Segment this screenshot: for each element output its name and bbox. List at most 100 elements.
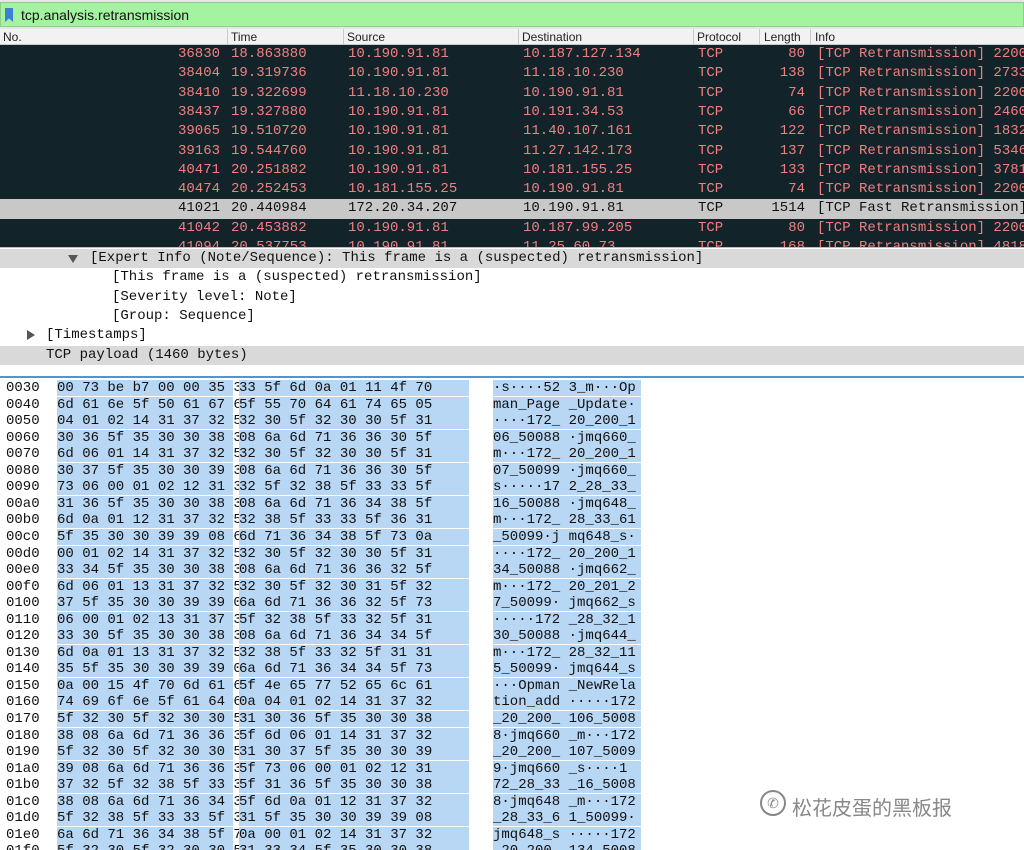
hex-bytes-first[interactable]: 5f 35 30 30 39 39 08 6a	[57, 528, 250, 545]
hex-offset[interactable]: 0040	[6, 397, 40, 413]
hex-bytes-second[interactable]: 32 30 5f 32 30 30 5f 31	[239, 545, 469, 562]
hex-offset[interactable]: 01c0	[6, 794, 40, 810]
hex-bytes-first[interactable]: 35 5f 35 30 30 39 39 08	[57, 661, 250, 678]
hex-offset[interactable]: 0060	[6, 430, 40, 446]
hex-offset[interactable]: 0130	[6, 645, 40, 661]
hex-bytes-first[interactable]: 6a 6d 71 36 34 38 5f 73	[57, 826, 250, 843]
column-header-source[interactable]: Source	[347, 30, 385, 44]
hex-bytes-first[interactable]: 6d 0a 01 12 31 37 32 5f	[57, 512, 250, 529]
hex-offset[interactable]: 0160	[6, 694, 40, 710]
hex-ascii[interactable]: ···Opman _NewRela	[493, 677, 641, 694]
hex-bytes-first[interactable]: 6d 06 01 14 31 37 32 5f	[57, 446, 250, 463]
hex-ascii[interactable]: _50099·j mq648_s·	[493, 528, 641, 545]
hex-ascii[interactable]: ·s····52 3_m···Op	[493, 380, 641, 396]
expand-triangle-closed-icon[interactable]	[27, 330, 35, 341]
hex-bytes-second[interactable]: 31 30 36 5f 35 30 30 38	[239, 711, 469, 727]
hex-bytes-second[interactable]: 5f 6d 06 01 14 31 37 32	[239, 727, 469, 744]
packet-row[interactable]: 39065 19.510720 10.190.91.81 11.40.107.161 T…	[0, 122, 1024, 141]
hex-bytes-second[interactable]: 08 6a 6d 71 36 34 34 5f	[239, 628, 469, 645]
packet-list[interactable]: 36830 18.863880 10.190.91.81 10.187.127.134…	[0, 45, 1024, 247]
hex-ascii[interactable]: tion_add ·····172	[493, 694, 641, 711]
column-divider[interactable]	[343, 29, 344, 45]
hex-bytes-first[interactable]: 5f 32 38 5f 33 33 5f 36	[57, 810, 250, 827]
hex-offset[interactable]: 0170	[6, 711, 40, 727]
hex-ascii[interactable]: 7_50099· jmq662_s	[493, 595, 641, 612]
hex-offset[interactable]: 0030	[6, 380, 40, 396]
hex-bytes-second[interactable]: 08 6a 6d 71 36 36 30 5f	[239, 429, 469, 446]
hex-bytes-second[interactable]: 6a 6d 71 36 34 34 5f 73	[239, 661, 469, 678]
column-divider[interactable]	[518, 29, 519, 45]
hex-ascii[interactable]: m···172_ 28_33_61	[493, 512, 641, 529]
hex-bytes-first[interactable]: 06 00 01 02 13 31 37 32	[57, 611, 250, 628]
hex-bytes-second[interactable]: 32 30 5f 32 30 31 5f 32	[239, 578, 469, 595]
hex-ascii[interactable]: jmq648_s ·····172	[493, 826, 641, 843]
hex-offset[interactable]: 0150	[6, 678, 40, 694]
hex-ascii[interactable]: ····172_ 20_200_1	[493, 545, 641, 562]
column-header-time[interactable]: Time	[231, 30, 257, 44]
packet-details-pane[interactable]: [Expert Info (Note/Sequence): This frame…	[0, 247, 1024, 376]
hex-bytes-first[interactable]: 6d 06 01 13 31 37 32 5f	[57, 578, 250, 595]
hex-bytes-first[interactable]: 0a 00 15 4f 70 6d 61 6e	[57, 677, 250, 694]
hex-ascii[interactable]: m···172_ 28_32_11	[493, 644, 641, 661]
hex-bytes-second[interactable]: 31 33 34 5f 35 30 30 38	[239, 843, 469, 850]
hex-ascii[interactable]: 34_50088 ·jmq662_	[493, 562, 641, 579]
hex-bytes-second[interactable]: 5f 55 70 64 61 74 65 05	[239, 396, 469, 413]
hex-ascii[interactable]: 8·jmq660 _m···172	[493, 727, 641, 744]
hex-bytes-second[interactable]: 5f 4e 65 77 52 65 6c 61	[239, 677, 469, 694]
hex-offset[interactable]: 0070	[6, 446, 40, 462]
hex-bytes-first[interactable]: 6d 61 6e 5f 50 61 67 65	[57, 396, 250, 413]
hex-offset[interactable]: 0090	[6, 479, 40, 495]
hex-bytes-second[interactable]: 6d 71 36 34 38 5f 73 0a	[239, 528, 469, 545]
hex-bytes-first[interactable]: 31 36 5f 35 30 30 38 38	[57, 495, 250, 512]
hex-ascii[interactable]: 9·jmq660 _s····1	[493, 760, 641, 777]
hex-bytes-second[interactable]: 31 5f 35 30 30 39 39 08	[239, 810, 469, 827]
hex-offset[interactable]: 01f0	[6, 843, 40, 850]
hex-ascii[interactable]: 07_50099 ·jmq660_	[493, 462, 641, 479]
column-divider[interactable]	[810, 29, 811, 45]
display-filter-input[interactable]: tcp.analysis.retransmission	[0, 2, 1024, 27]
hex-bytes-first[interactable]: 33 34 5f 35 30 30 38 38	[57, 562, 250, 579]
hex-bytes-first[interactable]: 5f 32 30 5f 32 30 30 5f	[57, 843, 250, 850]
hex-bytes-second[interactable]: 32 5f 32 38 5f 33 33 5f	[239, 479, 469, 496]
hex-bytes-second[interactable]: 08 6a 6d 71 36 36 30 5f	[239, 462, 469, 479]
hex-offset[interactable]: 0100	[6, 595, 40, 611]
hex-ascii[interactable]: m···172_ 20_201_2	[493, 578, 641, 595]
packet-row[interactable]: 40474 20.252453 10.181.155.25 10.190.91.81 T…	[0, 180, 1024, 199]
hex-ascii[interactable]: 5_50099· jmq644_s	[493, 661, 641, 678]
hex-offset[interactable]: 0050	[6, 413, 40, 429]
hex-bytes-second[interactable]: 08 6a 6d 71 36 36 32 5f	[239, 562, 469, 579]
hex-offset[interactable]: 01b0	[6, 777, 40, 793]
hex-ascii[interactable]: _28_33_6 1_50099·	[493, 810, 641, 827]
hex-offset[interactable]: 0140	[6, 661, 40, 677]
hex-bytes-first[interactable]: 39 08 6a 6d 71 36 36 30	[57, 760, 250, 777]
hex-bytes-first[interactable]: 5f 32 30 5f 32 30 30 5f	[57, 711, 250, 727]
column-divider[interactable]	[227, 29, 228, 45]
packet-row[interactable]: 38437 19.327880 10.190.91.81 10.191.34.53 TC…	[0, 103, 1024, 122]
hex-bytes-second[interactable]: 5f 32 38 5f 33 32 5f 31	[239, 611, 469, 628]
column-header-destination[interactable]: Destination	[522, 30, 582, 44]
column-header-info[interactable]: Info	[815, 30, 835, 44]
hex-bytes-first[interactable]: 5f 32 30 5f 32 30 30 5f	[57, 744, 250, 761]
hex-bytes-second[interactable]: 33 5f 6d 0a 01 11 4f 70	[239, 380, 469, 396]
hex-ascii[interactable]: 16_50088 ·jmq648_	[493, 495, 641, 512]
hex-bytes-first[interactable]: 33 30 5f 35 30 30 38 38	[57, 628, 250, 645]
packet-row[interactable]: 36830 18.863880 10.190.91.81 10.187.127.134…	[0, 45, 1024, 64]
hex-bytes-first[interactable]: 00 73 be b7 00 00 35 32	[57, 380, 250, 396]
hex-bytes-second[interactable]: 5f 6d 0a 01 12 31 37 32	[239, 793, 469, 810]
hex-offset[interactable]: 0120	[6, 628, 40, 644]
expand-triangle-open-icon[interactable]	[68, 255, 78, 263]
hex-bytes-first[interactable]: 38 08 6a 6d 71 36 36 30	[57, 727, 250, 744]
packet-row[interactable]: 41042 20.453882 10.190.91.81 10.187.99.205 T…	[0, 219, 1024, 238]
hex-ascii[interactable]: s·····17 2_28_33_	[493, 479, 641, 496]
hex-offset[interactable]: 01d0	[6, 810, 40, 826]
hex-offset[interactable]: 0190	[6, 744, 40, 760]
hex-bytes-second[interactable]: 32 38 5f 33 33 5f 36 31	[239, 512, 469, 529]
column-divider[interactable]	[759, 29, 760, 45]
column-divider[interactable]	[693, 29, 694, 45]
detail-tree-item[interactable]: [Timestamps]	[0, 326, 1024, 345]
detail-tree-item[interactable]: [Severity level: Note]	[0, 288, 1024, 307]
hex-offset[interactable]: 00a0	[6, 496, 40, 512]
hex-bytes-first[interactable]: 30 37 5f 35 30 30 39 39	[57, 462, 250, 479]
hex-ascii[interactable]: m···172_ 20_200_1	[493, 446, 641, 463]
hex-offset[interactable]: 01a0	[6, 761, 40, 777]
